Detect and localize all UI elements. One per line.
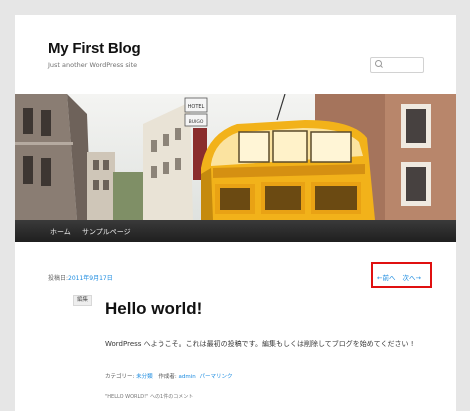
post-date-label: 投稿日: [48,275,69,282]
site-description: Just another WordPress site [48,61,138,69]
page: My First Blog Just another WordPress sit… [15,15,456,411]
previous-post-link[interactable]: ←前へ [377,274,395,282]
category-label: カテゴリー: [105,374,135,380]
nav-item-home[interactable]: ホーム [50,227,71,237]
next-post-link[interactable]: 次へ→ [403,274,421,282]
permalink-link[interactable]: パーマリンク [199,374,232,380]
author-label: 作成者: [158,374,177,380]
search-input[interactable] [383,59,419,69]
tram-street-photo: HOTEL BUIGO [15,94,456,220]
post-title[interactable]: Hello world! [105,299,202,319]
post-date-link[interactable]: 2011年9月17日 [68,275,113,282]
category-link[interactable]: 未分類 [136,374,153,380]
post-navigation: ←前へ 次へ→ [377,272,421,282]
hotel-sign-line-2: BUIGO [189,119,204,125]
post-date: 投稿日:2011年9月17日 [48,273,113,282]
main-navigation: ホーム サンプルページ [15,220,456,242]
author-link[interactable]: admin [178,374,195,380]
post-body: WordPress へようこそ。これは最初の投稿です。編集もしくは削除してブログ… [105,340,414,348]
search-icon [375,60,382,67]
search-box[interactable] [370,57,424,73]
comments-heading: "HELLO WORLD!" への1件のコメント [105,394,194,400]
nav-item-sample-page[interactable]: サンプルページ [82,227,131,237]
post-meta: カテゴリー: 未分類 作成者: admin パーマリンク [105,372,232,380]
header-image: HOTEL BUIGO [15,94,456,220]
edit-post-button[interactable]: 編集 [73,295,93,306]
site-title[interactable]: My First Blog [48,40,141,57]
hotel-sign-line-1: HOTEL [188,104,205,110]
